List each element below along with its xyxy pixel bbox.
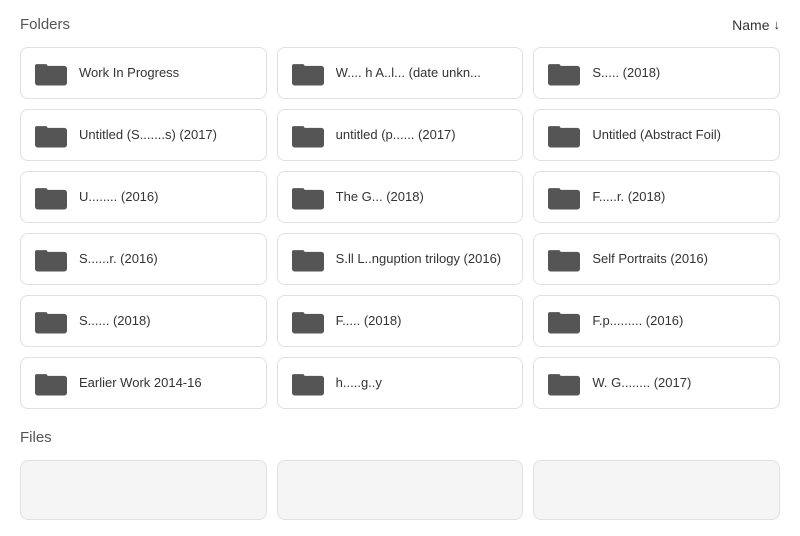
folder-item[interactable]: U........ (2016)	[20, 171, 267, 223]
folder-icon	[35, 122, 67, 148]
folder-item[interactable]: S..... (2018)	[533, 47, 780, 99]
folder-name: F..... (2018)	[336, 313, 402, 330]
folder-icon	[35, 246, 67, 272]
folder-name: Self Portraits (2016)	[592, 251, 708, 268]
file-thumbnail	[533, 460, 780, 520]
folder-item[interactable]: h.....g..y	[277, 357, 524, 409]
sort-label: Name	[732, 17, 769, 33]
file-thumbnail	[277, 460, 524, 520]
sort-arrow-icon: ↓	[774, 17, 781, 32]
folder-icon	[548, 246, 580, 272]
folder-icon	[292, 184, 324, 210]
folder-item[interactable]: Self Portraits (2016)	[533, 233, 780, 285]
folder-item[interactable]: W. G........ (2017)	[533, 357, 780, 409]
files-section: Files	[20, 429, 780, 520]
folders-grid: Work In Progress W.... h A..l... (date u…	[20, 47, 780, 409]
folder-name: S......r. (2016)	[79, 251, 158, 268]
folder-icon	[292, 122, 324, 148]
page-container: Folders Name ↓ Work In Progress W.... h …	[0, 0, 800, 536]
folder-icon	[292, 246, 324, 272]
folder-icon	[548, 122, 580, 148]
folder-name: W.... h A..l... (date unkn...	[336, 65, 481, 82]
folder-icon	[548, 60, 580, 86]
folder-item[interactable]: S...... (2018)	[20, 295, 267, 347]
folder-item[interactable]: F.p......... (2016)	[533, 295, 780, 347]
sort-control[interactable]: Name ↓	[732, 17, 780, 33]
folder-item[interactable]: Work In Progress	[20, 47, 267, 99]
folder-item[interactable]: S......r. (2016)	[20, 233, 267, 285]
folder-name: F.p......... (2016)	[592, 313, 683, 330]
folders-title: Folders	[20, 16, 70, 33]
folder-name: h.....g..y	[336, 375, 382, 392]
files-grid	[20, 460, 780, 520]
folder-icon	[35, 370, 67, 396]
folder-item[interactable]: untitled (p...... (2017)	[277, 109, 524, 161]
folder-item[interactable]: F..... (2018)	[277, 295, 524, 347]
folder-name: Work In Progress	[79, 65, 179, 82]
folder-item[interactable]: The G... (2018)	[277, 171, 524, 223]
folder-icon	[35, 60, 67, 86]
folder-icon	[292, 370, 324, 396]
folder-icon	[548, 184, 580, 210]
folder-item[interactable]: Untitled (Abstract Foil)	[533, 109, 780, 161]
folder-name: Earlier Work 2014-16	[79, 375, 202, 392]
folder-name: Untitled (S.......s) (2017)	[79, 127, 217, 144]
folder-name: untitled (p...... (2017)	[336, 127, 456, 144]
folder-item[interactable]: W.... h A..l... (date unkn...	[277, 47, 524, 99]
folder-item[interactable]: F.....r. (2018)	[533, 171, 780, 223]
folder-icon	[292, 308, 324, 334]
folder-name: The G... (2018)	[336, 189, 424, 206]
folder-item[interactable]: S.ll L..nguption trilogy (2016)	[277, 233, 524, 285]
folder-icon	[35, 308, 67, 334]
folders-header: Folders Name ↓	[20, 16, 780, 33]
files-title: Files	[20, 429, 780, 446]
folder-icon	[548, 370, 580, 396]
folder-name: S...... (2018)	[79, 313, 151, 330]
folder-icon	[292, 60, 324, 86]
folder-icon	[35, 184, 67, 210]
folder-item[interactable]: Earlier Work 2014-16	[20, 357, 267, 409]
folder-name: W. G........ (2017)	[592, 375, 691, 392]
folder-name: U........ (2016)	[79, 189, 158, 206]
folder-item[interactable]: Untitled (S.......s) (2017)	[20, 109, 267, 161]
folder-name: S.ll L..nguption trilogy (2016)	[336, 251, 501, 268]
folder-icon	[548, 308, 580, 334]
folder-name: F.....r. (2018)	[592, 189, 665, 206]
file-thumbnail	[20, 460, 267, 520]
folder-name: Untitled (Abstract Foil)	[592, 127, 721, 144]
folder-name: S..... (2018)	[592, 65, 660, 82]
